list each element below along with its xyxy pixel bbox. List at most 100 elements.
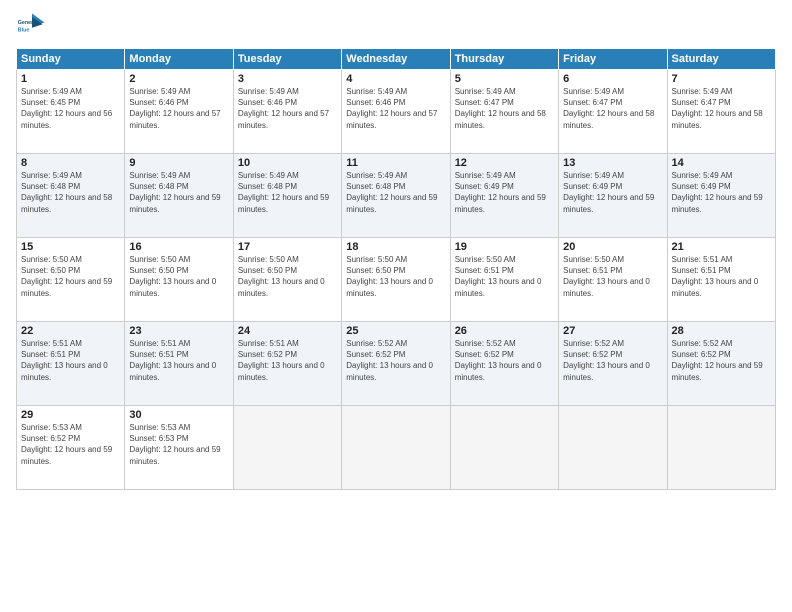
calendar-cell: 13 Sunrise: 5:49 AM Sunset: 6:49 PM Dayl… [559, 154, 667, 238]
calendar-cell: 4 Sunrise: 5:49 AM Sunset: 6:46 PM Dayli… [342, 70, 450, 154]
day-detail: Sunrise: 5:49 AM Sunset: 6:46 PM Dayligh… [129, 86, 228, 131]
day-number: 3 [238, 73, 337, 85]
day-of-week-header: Tuesday [233, 49, 341, 70]
day-detail: Sunrise: 5:53 AM Sunset: 6:52 PM Dayligh… [21, 422, 120, 467]
calendar-cell [342, 406, 450, 490]
day-number: 24 [238, 325, 337, 337]
day-detail: Sunrise: 5:49 AM Sunset: 6:48 PM Dayligh… [21, 170, 120, 215]
day-detail: Sunrise: 5:49 AM Sunset: 6:46 PM Dayligh… [238, 86, 337, 131]
day-number: 1 [21, 73, 120, 85]
day-number: 16 [129, 241, 228, 253]
day-detail: Sunrise: 5:49 AM Sunset: 6:48 PM Dayligh… [238, 170, 337, 215]
day-number: 19 [455, 241, 554, 253]
day-number: 10 [238, 157, 337, 169]
day-detail: Sunrise: 5:50 AM Sunset: 6:51 PM Dayligh… [563, 254, 662, 299]
calendar-cell: 28 Sunrise: 5:52 AM Sunset: 6:52 PM Dayl… [667, 322, 775, 406]
calendar-cell: 15 Sunrise: 5:50 AM Sunset: 6:50 PM Dayl… [17, 238, 125, 322]
day-number: 25 [346, 325, 445, 337]
day-number: 12 [455, 157, 554, 169]
day-of-week-header: Sunday [17, 49, 125, 70]
calendar-cell: 18 Sunrise: 5:50 AM Sunset: 6:50 PM Dayl… [342, 238, 450, 322]
calendar-week-row: 8 Sunrise: 5:49 AM Sunset: 6:48 PM Dayli… [17, 154, 776, 238]
calendar-cell: 2 Sunrise: 5:49 AM Sunset: 6:46 PM Dayli… [125, 70, 233, 154]
calendar-cell: 11 Sunrise: 5:49 AM Sunset: 6:48 PM Dayl… [342, 154, 450, 238]
calendar-cell: 23 Sunrise: 5:51 AM Sunset: 6:51 PM Dayl… [125, 322, 233, 406]
logo-icon: General Blue [16, 10, 48, 42]
day-number: 27 [563, 325, 662, 337]
calendar-cell [450, 406, 558, 490]
day-detail: Sunrise: 5:49 AM Sunset: 6:48 PM Dayligh… [346, 170, 445, 215]
day-detail: Sunrise: 5:50 AM Sunset: 6:50 PM Dayligh… [129, 254, 228, 299]
day-of-week-header: Friday [559, 49, 667, 70]
calendar-cell: 3 Sunrise: 5:49 AM Sunset: 6:46 PM Dayli… [233, 70, 341, 154]
calendar-cell: 19 Sunrise: 5:50 AM Sunset: 6:51 PM Dayl… [450, 238, 558, 322]
day-number: 22 [21, 325, 120, 337]
calendar-cell: 16 Sunrise: 5:50 AM Sunset: 6:50 PM Dayl… [125, 238, 233, 322]
day-number: 9 [129, 157, 228, 169]
day-of-week-header: Monday [125, 49, 233, 70]
calendar-cell: 14 Sunrise: 5:49 AM Sunset: 6:49 PM Dayl… [667, 154, 775, 238]
day-detail: Sunrise: 5:50 AM Sunset: 6:51 PM Dayligh… [455, 254, 554, 299]
day-number: 18 [346, 241, 445, 253]
day-detail: Sunrise: 5:49 AM Sunset: 6:46 PM Dayligh… [346, 86, 445, 131]
calendar-cell [559, 406, 667, 490]
day-number: 28 [672, 325, 771, 337]
calendar-week-row: 15 Sunrise: 5:50 AM Sunset: 6:50 PM Dayl… [17, 238, 776, 322]
day-detail: Sunrise: 5:49 AM Sunset: 6:49 PM Dayligh… [563, 170, 662, 215]
svg-text:General: General [18, 20, 38, 26]
day-detail: Sunrise: 5:50 AM Sunset: 6:50 PM Dayligh… [346, 254, 445, 299]
calendar-cell: 5 Sunrise: 5:49 AM Sunset: 6:47 PM Dayli… [450, 70, 558, 154]
day-detail: Sunrise: 5:51 AM Sunset: 6:51 PM Dayligh… [129, 338, 228, 383]
day-detail: Sunrise: 5:51 AM Sunset: 6:52 PM Dayligh… [238, 338, 337, 383]
calendar-cell: 8 Sunrise: 5:49 AM Sunset: 6:48 PM Dayli… [17, 154, 125, 238]
calendar-cell [667, 406, 775, 490]
day-number: 11 [346, 157, 445, 169]
day-detail: Sunrise: 5:52 AM Sunset: 6:52 PM Dayligh… [346, 338, 445, 383]
day-detail: Sunrise: 5:51 AM Sunset: 6:51 PM Dayligh… [21, 338, 120, 383]
day-detail: Sunrise: 5:49 AM Sunset: 6:45 PM Dayligh… [21, 86, 120, 131]
day-of-week-header: Thursday [450, 49, 558, 70]
calendar-header-row: SundayMondayTuesdayWednesdayThursdayFrid… [17, 49, 776, 70]
day-detail: Sunrise: 5:49 AM Sunset: 6:48 PM Dayligh… [129, 170, 228, 215]
calendar-week-row: 22 Sunrise: 5:51 AM Sunset: 6:51 PM Dayl… [17, 322, 776, 406]
day-detail: Sunrise: 5:49 AM Sunset: 6:47 PM Dayligh… [563, 86, 662, 131]
day-detail: Sunrise: 5:49 AM Sunset: 6:47 PM Dayligh… [672, 86, 771, 131]
calendar-cell: 21 Sunrise: 5:51 AM Sunset: 6:51 PM Dayl… [667, 238, 775, 322]
day-number: 4 [346, 73, 445, 85]
day-of-week-header: Wednesday [342, 49, 450, 70]
calendar-cell: 9 Sunrise: 5:49 AM Sunset: 6:48 PM Dayli… [125, 154, 233, 238]
header: General Blue [16, 10, 776, 42]
calendar-cell: 7 Sunrise: 5:49 AM Sunset: 6:47 PM Dayli… [667, 70, 775, 154]
day-number: 20 [563, 241, 662, 253]
calendar-cell: 17 Sunrise: 5:50 AM Sunset: 6:50 PM Dayl… [233, 238, 341, 322]
day-detail: Sunrise: 5:53 AM Sunset: 6:53 PM Dayligh… [129, 422, 228, 467]
day-number: 5 [455, 73, 554, 85]
day-number: 17 [238, 241, 337, 253]
day-detail: Sunrise: 5:50 AM Sunset: 6:50 PM Dayligh… [21, 254, 120, 299]
calendar-cell: 24 Sunrise: 5:51 AM Sunset: 6:52 PM Dayl… [233, 322, 341, 406]
day-detail: Sunrise: 5:51 AM Sunset: 6:51 PM Dayligh… [672, 254, 771, 299]
day-number: 6 [563, 73, 662, 85]
day-number: 15 [21, 241, 120, 253]
calendar-cell: 30 Sunrise: 5:53 AM Sunset: 6:53 PM Dayl… [125, 406, 233, 490]
calendar-cell [233, 406, 341, 490]
day-number: 14 [672, 157, 771, 169]
calendar-cell: 6 Sunrise: 5:49 AM Sunset: 6:47 PM Dayli… [559, 70, 667, 154]
day-number: 21 [672, 241, 771, 253]
calendar-cell: 12 Sunrise: 5:49 AM Sunset: 6:49 PM Dayl… [450, 154, 558, 238]
calendar-week-row: 29 Sunrise: 5:53 AM Sunset: 6:52 PM Dayl… [17, 406, 776, 490]
day-detail: Sunrise: 5:49 AM Sunset: 6:49 PM Dayligh… [455, 170, 554, 215]
calendar-cell: 26 Sunrise: 5:52 AM Sunset: 6:52 PM Dayl… [450, 322, 558, 406]
calendar-cell: 29 Sunrise: 5:53 AM Sunset: 6:52 PM Dayl… [17, 406, 125, 490]
day-number: 30 [129, 409, 228, 421]
day-number: 8 [21, 157, 120, 169]
day-number: 7 [672, 73, 771, 85]
day-detail: Sunrise: 5:52 AM Sunset: 6:52 PM Dayligh… [563, 338, 662, 383]
calendar-week-row: 1 Sunrise: 5:49 AM Sunset: 6:45 PM Dayli… [17, 70, 776, 154]
day-detail: Sunrise: 5:49 AM Sunset: 6:47 PM Dayligh… [455, 86, 554, 131]
page: General Blue SundayMondayTuesdayWednesda… [0, 0, 792, 612]
calendar: SundayMondayTuesdayWednesdayThursdayFrid… [16, 48, 776, 490]
calendar-cell: 25 Sunrise: 5:52 AM Sunset: 6:52 PM Dayl… [342, 322, 450, 406]
svg-text:Blue: Blue [18, 27, 30, 33]
calendar-cell: 27 Sunrise: 5:52 AM Sunset: 6:52 PM Dayl… [559, 322, 667, 406]
